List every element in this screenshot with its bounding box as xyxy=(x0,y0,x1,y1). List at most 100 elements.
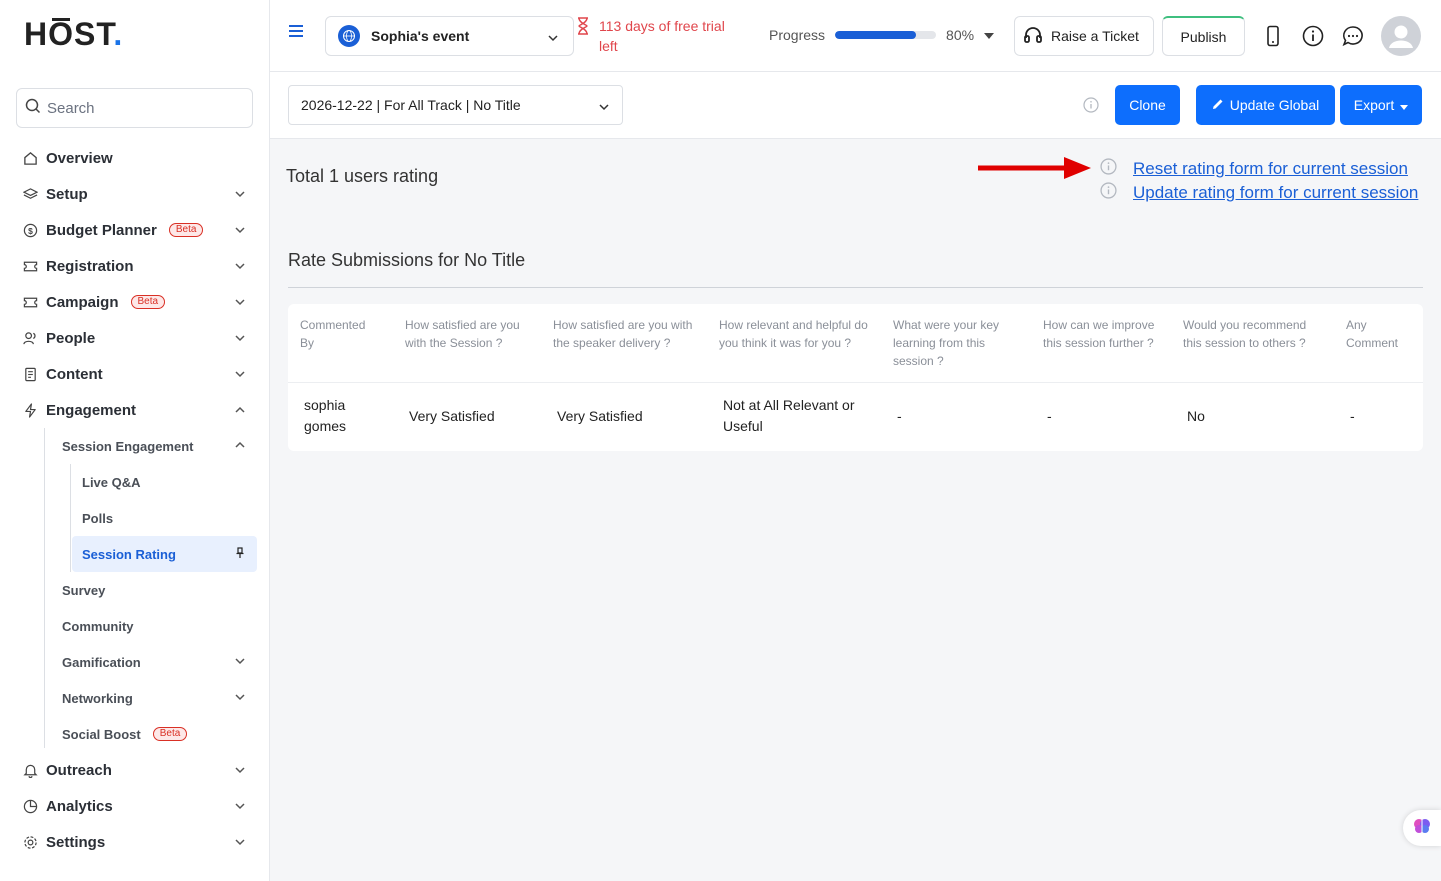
reset-rating-form-link[interactable]: Reset rating form for current session xyxy=(1133,159,1408,179)
session-selector[interactable]: 2026-12-22 | For All Track | No Title xyxy=(288,85,623,125)
chevron-down-icon[interactable] xyxy=(234,259,246,276)
search-input[interactable] xyxy=(47,99,237,117)
chevron-down-icon[interactable] xyxy=(234,331,246,348)
trial-text: 113 days of free trial left xyxy=(599,18,725,54)
chevron-up-icon[interactable] xyxy=(234,439,246,454)
chevron-down-icon[interactable] xyxy=(234,187,246,204)
submissions-table-card: Commented By How satisfied are you with … xyxy=(288,304,1423,451)
chevron-down-icon[interactable] xyxy=(234,367,246,384)
info-icon[interactable] xyxy=(1100,158,1117,180)
sidebar-item-label: Analytics xyxy=(46,797,113,815)
layers-icon xyxy=(22,186,38,202)
info-icon[interactable] xyxy=(1301,24,1325,48)
sidebar-item-content[interactable]: Content xyxy=(16,356,256,392)
ai-assistant-button[interactable] xyxy=(1403,810,1441,846)
sidebar-item-label: Registration xyxy=(46,257,134,275)
event-name: Sophia's event xyxy=(371,28,470,44)
clone-button[interactable]: Clone xyxy=(1115,85,1180,125)
sidebar-item-engagement[interactable]: Engagement xyxy=(16,392,256,428)
sidebar-item-label: Settings xyxy=(46,833,106,851)
info-icon[interactable] xyxy=(1100,182,1117,204)
update-rating-form-link[interactable]: Update rating form for current session xyxy=(1133,183,1418,203)
update-global-button[interactable]: Update Global xyxy=(1196,85,1335,125)
pin-icon[interactable] xyxy=(235,547,245,562)
sidebar-item-budget-planner[interactable]: $ Budget Planner Beta xyxy=(16,212,256,248)
sidebar-item-label: Budget Planner xyxy=(46,221,157,239)
sidebar-item-label: Gamification xyxy=(62,654,141,670)
total-ratings-label: Total 1 users rating xyxy=(286,166,439,186)
sidebar-item-setup[interactable]: Setup xyxy=(16,176,256,212)
chat-icon[interactable] xyxy=(1341,24,1365,48)
table-cell: Very Satisfied xyxy=(409,407,495,424)
avatar[interactable] xyxy=(1381,16,1421,56)
sidebar-item-community[interactable]: Community xyxy=(62,608,256,644)
raise-ticket-button[interactable]: Raise a Ticket xyxy=(1014,16,1154,56)
table-row: sophia gomes Very Satisfied Very Satisfi… xyxy=(288,382,1423,450)
progress-label: Progress xyxy=(769,27,826,43)
progress-percent: 80% xyxy=(946,27,975,43)
sidebar-item-session-rating[interactable]: Session Rating xyxy=(72,536,257,572)
top-bar: Sophia's event 113 days of free trial le… xyxy=(270,0,1441,72)
chevron-down-icon[interactable] xyxy=(234,763,246,780)
sidebar-item-people[interactable]: People xyxy=(16,320,256,356)
sidebar-item-outreach[interactable]: Outreach xyxy=(16,752,256,788)
sidebar-item-registration[interactable]: Registration xyxy=(16,248,256,284)
sidebar-item-analytics[interactable]: Analytics xyxy=(16,788,256,824)
column-header: Would you recommend this session to othe… xyxy=(1171,304,1334,383)
host-logo[interactable]: HOST. xyxy=(24,16,123,53)
sidebar-item-campaign[interactable]: Campaign Beta xyxy=(16,284,256,320)
sidebar-item-label: Overview xyxy=(46,149,113,167)
mobile-icon[interactable] xyxy=(1261,24,1285,48)
sidebar-item-overview[interactable]: Overview xyxy=(16,140,256,176)
event-logo-icon xyxy=(338,25,360,47)
sidebar-item-session-engagement[interactable]: Session Engagement xyxy=(62,428,256,464)
export-button[interactable]: Export xyxy=(1340,85,1422,125)
sidebar-item-label: Outreach xyxy=(46,761,112,779)
table-cell: sophia gomes xyxy=(304,397,347,435)
sidebar-item-label: Polls xyxy=(82,510,114,526)
chevron-down-icon[interactable] xyxy=(234,835,246,852)
table-cell: - xyxy=(1350,407,1355,424)
trial-notice: 113 days of free trial left xyxy=(576,16,736,56)
export-label: Export xyxy=(1353,97,1395,113)
submenu-guide-line xyxy=(44,428,45,748)
column-header: Any Comment xyxy=(1334,304,1423,383)
hamburger-menu-icon[interactable] xyxy=(288,24,304,43)
chevron-down-icon[interactable] xyxy=(234,691,246,706)
info-icon[interactable] xyxy=(1083,97,1099,118)
sidebar-item-social-boost[interactable]: Social Boost Beta xyxy=(62,716,256,752)
sidebar-item-survey[interactable]: Survey xyxy=(62,572,256,608)
event-selector[interactable]: Sophia's event xyxy=(325,16,574,56)
beta-badge: Beta xyxy=(152,727,188,741)
sidebar-item-label: Campaign xyxy=(46,293,119,311)
brain-icon xyxy=(1412,816,1432,841)
sidebar-item-networking[interactable]: Networking xyxy=(62,680,256,716)
section-divider xyxy=(288,287,1423,288)
column-header: Commented By xyxy=(288,304,393,383)
chevron-down-icon[interactable] xyxy=(234,799,246,816)
sidebar-item-settings[interactable]: Settings xyxy=(16,824,256,860)
chevron-up-icon[interactable] xyxy=(234,403,246,420)
chevron-down-icon[interactable] xyxy=(234,295,246,312)
table-cell: - xyxy=(1047,407,1052,424)
progress-indicator[interactable]: Progress 80% xyxy=(769,26,995,44)
home-icon xyxy=(22,150,38,166)
sidebar-item-label: People xyxy=(46,329,96,347)
sidebar-item-live-qa[interactable]: Live Q&A xyxy=(72,464,257,500)
progress-bar xyxy=(835,31,937,39)
ticket-icon xyxy=(22,258,38,274)
publish-button[interactable]: Publish xyxy=(1162,16,1245,56)
sidebar-item-label: Session Engagement xyxy=(62,438,194,454)
chevron-down-icon[interactable] xyxy=(234,655,246,670)
caret-down-icon[interactable] xyxy=(984,26,995,44)
submenu-guide-line xyxy=(70,464,71,572)
chevron-down-icon[interactable] xyxy=(234,223,246,240)
sidebar-item-label: Survey xyxy=(62,582,106,598)
sidebar-item-gamification[interactable]: Gamification xyxy=(62,644,256,680)
sidebar-search[interactable] xyxy=(16,88,253,128)
table-header-row: Commented By How satisfied are you with … xyxy=(288,304,1423,383)
sidebar-item-label: Community xyxy=(62,618,134,634)
people-icon xyxy=(22,330,38,346)
sidebar-item-label: Networking xyxy=(62,690,133,706)
sidebar-item-polls[interactable]: Polls xyxy=(72,500,257,536)
